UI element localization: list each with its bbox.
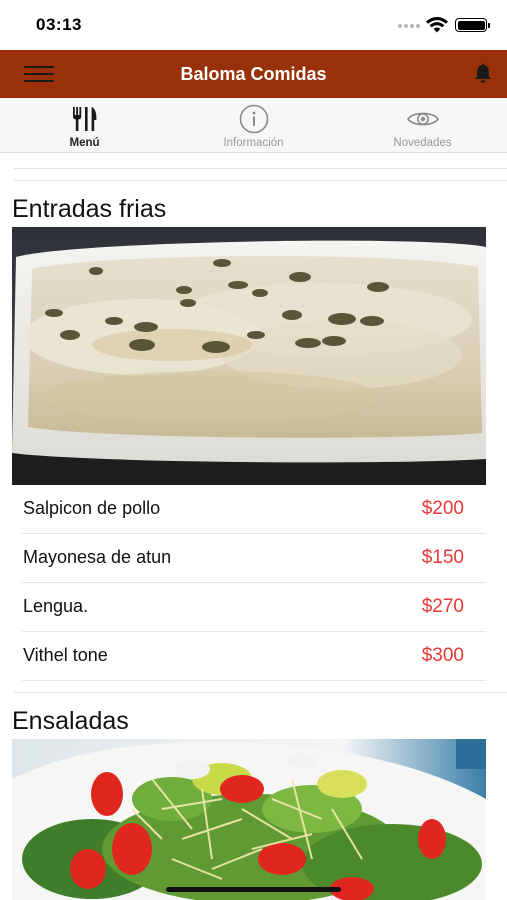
item-price: $300 <box>421 645 464 666</box>
dish-image <box>12 227 486 485</box>
tab-novedades[interactable]: Novedades <box>338 98 507 152</box>
salad-photo <box>12 739 486 900</box>
status-time: 03:13 <box>36 15 82 34</box>
menu-content[interactable]: Entradas frias Salpicon de pollo $200 Ma… <box>0 153 507 900</box>
eye-icon <box>406 112 439 126</box>
menu-item[interactable]: Mayonesa de atun $150 <box>12 534 486 583</box>
section-title: Ensaladas <box>12 707 129 735</box>
item-price: $270 <box>421 596 464 617</box>
tab-label: Menú <box>69 137 100 149</box>
bell-icon[interactable] <box>473 63 493 85</box>
menu-item[interactable]: Salpicon de pollo $200 <box>12 485 486 534</box>
wifi-icon <box>426 17 448 33</box>
item-name: Mayonesa de atun <box>23 547 172 567</box>
vitel-tone-photo <box>12 227 486 485</box>
tab-bar: Menú Información Novedades <box>0 98 507 153</box>
tab-label: Información <box>223 137 284 149</box>
item-price: $150 <box>421 547 464 568</box>
tab-label: Novedades <box>393 137 452 149</box>
fork-knife-icon <box>72 107 96 131</box>
tab-menu[interactable]: Menú <box>0 98 169 152</box>
section-title: Entradas frias <box>12 195 167 223</box>
home-indicator[interactable] <box>166 887 341 892</box>
item-name: Vithel tone <box>23 645 108 665</box>
app-header: Baloma Comidas <box>0 50 507 98</box>
status-bar: 03:13 <box>0 0 507 50</box>
menu-item[interactable]: Vithel tone $300 <box>12 632 486 681</box>
app-title: Baloma Comidas <box>180 64 327 84</box>
item-name: Salpicon de pollo <box>23 498 161 518</box>
section-divider <box>14 180 507 181</box>
menu-item[interactable]: Lengua. $270 <box>12 583 486 632</box>
dish-image <box>12 739 486 900</box>
item-name: Lengua. <box>23 596 89 616</box>
cellular-signal-icon <box>398 24 420 28</box>
tab-informacion[interactable]: Información <box>169 98 338 152</box>
list-item[interactable] <box>0 153 507 169</box>
info-icon <box>239 104 268 134</box>
item-price: $200 <box>421 498 464 519</box>
section-divider <box>14 692 507 693</box>
battery-icon <box>455 18 490 32</box>
